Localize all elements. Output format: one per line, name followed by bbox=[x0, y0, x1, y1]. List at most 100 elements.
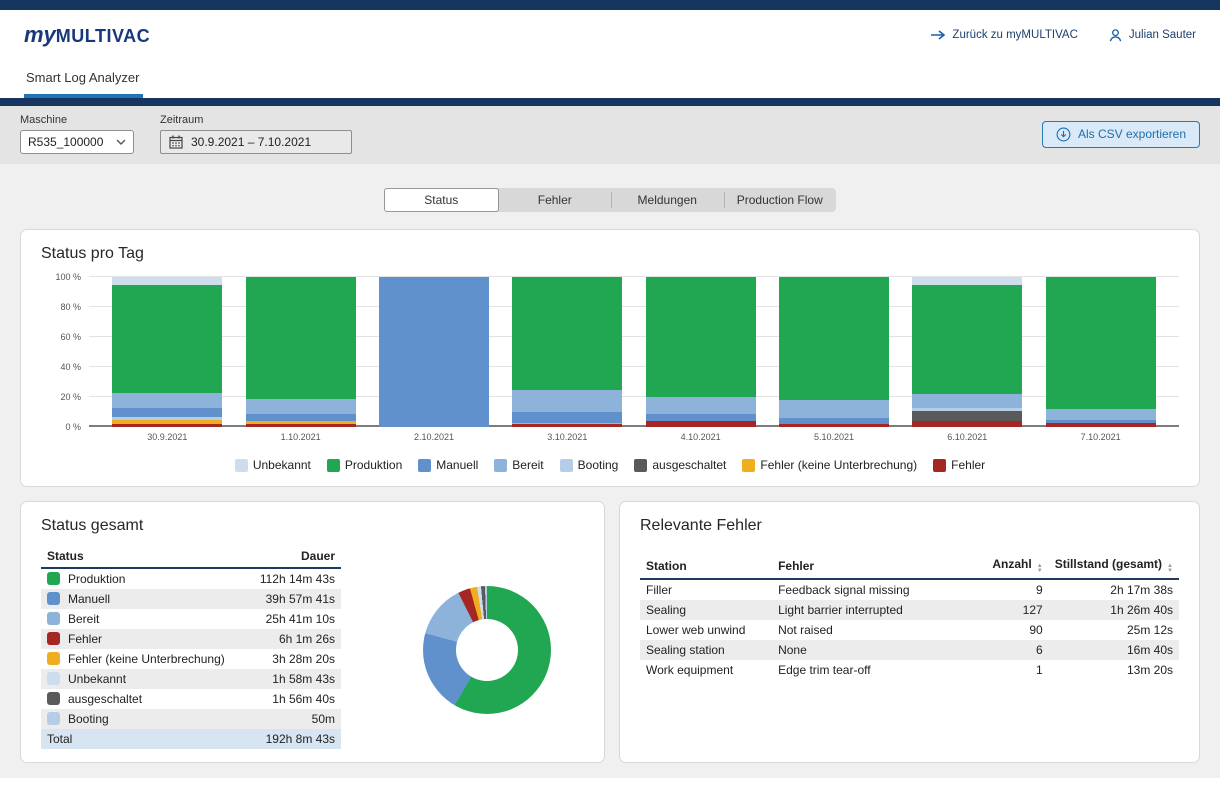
error-cell-station: Lower web unwind bbox=[640, 620, 772, 640]
bar-segment bbox=[646, 414, 756, 422]
bar-segment bbox=[1046, 277, 1156, 409]
legend-color-chip bbox=[742, 459, 755, 472]
col-anzahl-sort[interactable]: Anzahl▲▼ bbox=[970, 553, 1049, 579]
status-total-row: Produktion 112h 14m 43s bbox=[41, 568, 341, 589]
stacked-bar bbox=[246, 277, 356, 427]
top-brand-strip bbox=[0, 0, 1220, 10]
x-axis-label: 2.10.2021 bbox=[379, 432, 489, 442]
legend-item: Bereit bbox=[494, 458, 543, 472]
legend-label: ausgeschaltet bbox=[652, 458, 726, 472]
tab-meldungen[interactable]: Meldungen bbox=[611, 188, 724, 212]
legend-item: ausgeschaltet bbox=[634, 458, 726, 472]
legend-color-chip bbox=[327, 459, 340, 472]
bars-container bbox=[89, 277, 1179, 427]
error-cell-downtime: 13m 20s bbox=[1049, 660, 1179, 680]
bar-segment bbox=[1046, 409, 1156, 420]
legend-color-chip bbox=[418, 459, 431, 472]
status-color-chip bbox=[47, 692, 60, 705]
legend-color-chip bbox=[494, 459, 507, 472]
tab-smart-log-analyzer[interactable]: Smart Log Analyzer bbox=[24, 70, 143, 98]
back-link-label: Zurück zu myMULTIVAC bbox=[952, 29, 1077, 41]
col-stillstand-sort[interactable]: Stillstand (gesamt)▲▼ bbox=[1049, 553, 1179, 579]
error-cell-station: Sealing station bbox=[640, 640, 772, 660]
x-axis-label: 7.10.2021 bbox=[1046, 432, 1156, 442]
bar-y-axis: 0 %20 %40 %60 %80 %100 % bbox=[41, 277, 89, 427]
error-cell-error: Light barrier interrupted bbox=[772, 600, 970, 620]
status-total-row: ausgeschaltet1h 56m 40s bbox=[41, 689, 341, 709]
bar-segment bbox=[912, 421, 1022, 427]
legend-item: Booting bbox=[560, 458, 619, 472]
stacked-bar bbox=[112, 277, 222, 427]
status-duration: 6h 1m 26s bbox=[247, 629, 341, 649]
y-axis-tick: 60 % bbox=[60, 332, 81, 342]
period-filter-group: Zeitraum 30.9.2021 – 7.10.2021 bbox=[160, 114, 352, 154]
stacked-bar bbox=[1046, 277, 1156, 427]
legend-label: Bereit bbox=[512, 458, 543, 472]
page: myMULTIVAC Zurück zu myMULTIVAC Julian S… bbox=[0, 0, 1220, 800]
y-axis-tick: 20 % bbox=[60, 392, 81, 402]
legend-color-chip bbox=[235, 459, 248, 472]
legend-label: Fehler bbox=[951, 458, 985, 472]
tab-fehler[interactable]: Fehler bbox=[499, 188, 612, 212]
chevron-down-icon bbox=[116, 139, 126, 145]
logo-brand: MULTIVAC bbox=[56, 26, 150, 46]
status-total-row: Booting50m bbox=[41, 709, 341, 729]
sort-icon: ▲▼ bbox=[1037, 564, 1043, 574]
y-axis-tick: 40 % bbox=[60, 362, 81, 372]
legend-color-chip bbox=[933, 459, 946, 472]
status-total-row: Unbekannt 1h 58m 43s bbox=[41, 669, 341, 689]
period-label: Zeitraum bbox=[160, 114, 352, 126]
legend-color-chip bbox=[560, 459, 573, 472]
y-axis-tick: 0 % bbox=[65, 422, 81, 432]
status-duration: 50m bbox=[247, 709, 341, 729]
date-range-field[interactable]: 30.9.2021 – 7.10.2021 bbox=[160, 130, 352, 154]
bar-segment bbox=[1046, 423, 1156, 428]
status-label: Unbekannt bbox=[68, 672, 126, 686]
status-total-row: Fehler6h 1m 26s bbox=[41, 629, 341, 649]
status-label: Produktion bbox=[68, 572, 125, 586]
status-total-total-row: Total 192h 8m 43s bbox=[41, 729, 341, 749]
machine-select[interactable]: R535_100000 bbox=[20, 130, 134, 154]
machine-filter-group: Maschine R535_100000 bbox=[20, 114, 134, 154]
status-duration: 112h 14m 43s bbox=[247, 568, 341, 589]
legend-label: Fehler (keine Unterbrechung) bbox=[760, 458, 917, 472]
user-menu[interactable]: Julian Sauter bbox=[1108, 28, 1196, 43]
header: myMULTIVAC Zurück zu myMULTIVAC Julian S… bbox=[0, 10, 1220, 98]
machine-label: Maschine bbox=[20, 114, 134, 126]
status-duration: 1h 58m 43s bbox=[247, 669, 341, 689]
status-color-chip bbox=[47, 652, 60, 665]
logo: myMULTIVAC bbox=[24, 22, 150, 48]
error-cell-error: None bbox=[772, 640, 970, 660]
error-cell-downtime: 1h 26m 40s bbox=[1049, 600, 1179, 620]
col-station: Station bbox=[640, 553, 772, 579]
status-total-row: Fehler (keine Unterbrechung)3h 28m 20s bbox=[41, 649, 341, 669]
status-label: Manuell bbox=[68, 592, 110, 606]
bar-segment bbox=[246, 399, 356, 414]
error-cell-station: Sealing bbox=[640, 600, 772, 620]
app-tab-label: Smart Log Analyzer bbox=[26, 70, 139, 85]
filter-bar: Maschine R535_100000 Zeitraum 30.9.2021 … bbox=[0, 106, 1220, 164]
status-duration: 25h 41m 10s bbox=[247, 609, 341, 629]
export-csv-button[interactable]: Als CSV exportieren bbox=[1042, 121, 1200, 148]
status-duration: 39h 57m 41s bbox=[247, 589, 341, 609]
status-total-body: Produktion 112h 14m 43s Manuell 39h 57m 41s… bbox=[41, 568, 341, 729]
legend-item: Manuell bbox=[418, 458, 478, 472]
tab-status[interactable]: Status bbox=[384, 188, 499, 212]
date-range-value: 30.9.2021 – 7.10.2021 bbox=[191, 135, 311, 149]
col-status: Status bbox=[41, 545, 247, 568]
error-cell-count: 90 bbox=[970, 620, 1049, 640]
tab-production-flow[interactable]: Production Flow bbox=[724, 188, 837, 212]
status-color-chip bbox=[47, 612, 60, 625]
error-row: SealingLight barrier interrupted1271h 26… bbox=[640, 600, 1179, 620]
back-link[interactable]: Zurück zu myMULTIVAC bbox=[930, 29, 1077, 41]
bar-segment bbox=[779, 424, 889, 427]
view-tabs: StatusFehlerMeldungenProduction Flow bbox=[384, 188, 836, 212]
status-per-day-title: Status pro Tag bbox=[41, 245, 1179, 263]
legend-item: Produktion bbox=[327, 458, 402, 472]
chart-legend: UnbekanntProduktionManuellBereitBootinga… bbox=[41, 458, 1179, 472]
error-cell-count: 127 bbox=[970, 600, 1049, 620]
error-row: FillerFeedback signal missing92h 17m 38s bbox=[640, 579, 1179, 600]
status-duration: 1h 56m 40s bbox=[247, 689, 341, 709]
relevant-errors-title: Relevante Fehler bbox=[640, 517, 1179, 535]
bar-segment bbox=[646, 397, 756, 414]
